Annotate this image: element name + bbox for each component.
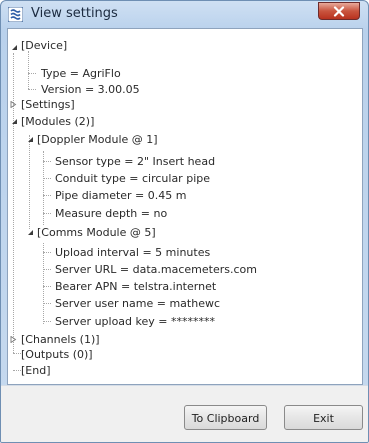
expanded-arrow-icon[interactable] — [27, 136, 34, 143]
tree-item-pipe-diameter[interactable]: Pipe diameter = 0.45 m — [55, 188, 186, 203]
tree-node-outputs[interactable]: [Outputs (0)] — [21, 347, 93, 362]
tree-item-server-user-name[interactable]: Server user name = mathewc — [55, 296, 220, 311]
settings-tree[interactable]: [Device] Type = AgriFlo Version = 3.00.0… — [7, 28, 363, 385]
tree-node-modules[interactable]: [Modules (2)] — [21, 114, 94, 129]
expanded-arrow-icon[interactable] — [11, 118, 18, 125]
tree-node-doppler-module[interactable]: [Doppler Module @ 1] — [37, 132, 158, 147]
tree-connector — [43, 286, 51, 287]
collapsed-arrow-icon[interactable] — [10, 336, 17, 343]
tree-node-end[interactable]: [End] — [21, 363, 51, 378]
tree-connector — [43, 243, 44, 324]
button-bar: To Clipboard Exit — [1, 385, 368, 442]
tree-item-device-type[interactable]: Type = AgriFlo — [41, 66, 121, 81]
tree-item-sensor-type[interactable]: Sensor type = 2" Insert head — [55, 154, 215, 169]
title-bar[interactable]: View settings — [1, 1, 368, 28]
close-button[interactable] — [318, 2, 360, 20]
tree-connector — [43, 213, 51, 214]
tree-item-device-version[interactable]: Version = 3.00.05 — [41, 82, 140, 97]
tree-node-comms-module[interactable]: [Comms Module @ 5] — [37, 225, 156, 240]
expanded-arrow-icon[interactable] — [11, 44, 18, 51]
tree-item-server-upload-key[interactable]: Server upload key = ******** — [55, 314, 215, 329]
to-clipboard-button[interactable]: To Clipboard — [184, 405, 267, 430]
app-icon — [8, 7, 23, 22]
tree-connector — [43, 303, 51, 304]
tree-node-channels[interactable]: [Channels (1)] — [21, 332, 100, 347]
tree-item-upload-interval[interactable]: Upload interval = 5 minutes — [55, 245, 210, 260]
close-icon — [333, 6, 345, 17]
exit-button[interactable]: Exit — [284, 405, 363, 430]
tree-item-measure-depth[interactable]: Measure depth = no — [55, 206, 167, 221]
tree-item-bearer-apn[interactable]: Bearer APN = telstra.internet — [55, 279, 216, 294]
tree-connector — [28, 73, 36, 74]
tree-connector — [43, 321, 51, 322]
tree-node-device[interactable]: [Device] — [21, 38, 67, 53]
tree-connector — [29, 135, 30, 229]
tree-connector — [28, 89, 36, 90]
collapsed-arrow-icon[interactable] — [10, 101, 17, 108]
tree-connector — [43, 252, 51, 253]
expanded-arrow-icon[interactable] — [27, 229, 34, 236]
tree-node-settings[interactable]: [Settings] — [21, 97, 75, 112]
tree-item-conduit-type[interactable]: Conduit type = circular pipe — [55, 171, 210, 186]
window-title: View settings — [31, 6, 118, 21]
view-settings-window: View settings [Device] Type = AgriFlo Ve… — [0, 0, 369, 443]
tree-connector — [43, 269, 51, 270]
tree-item-server-url[interactable]: Server URL = data.macemeters.com — [55, 262, 257, 277]
tree-connector — [43, 195, 51, 196]
tree-connector — [28, 51, 29, 89]
tree-connector — [13, 353, 21, 354]
tree-connector — [43, 178, 51, 179]
tree-connector — [13, 370, 21, 371]
tree-connector — [13, 53, 14, 353]
tree-connector — [43, 161, 51, 162]
